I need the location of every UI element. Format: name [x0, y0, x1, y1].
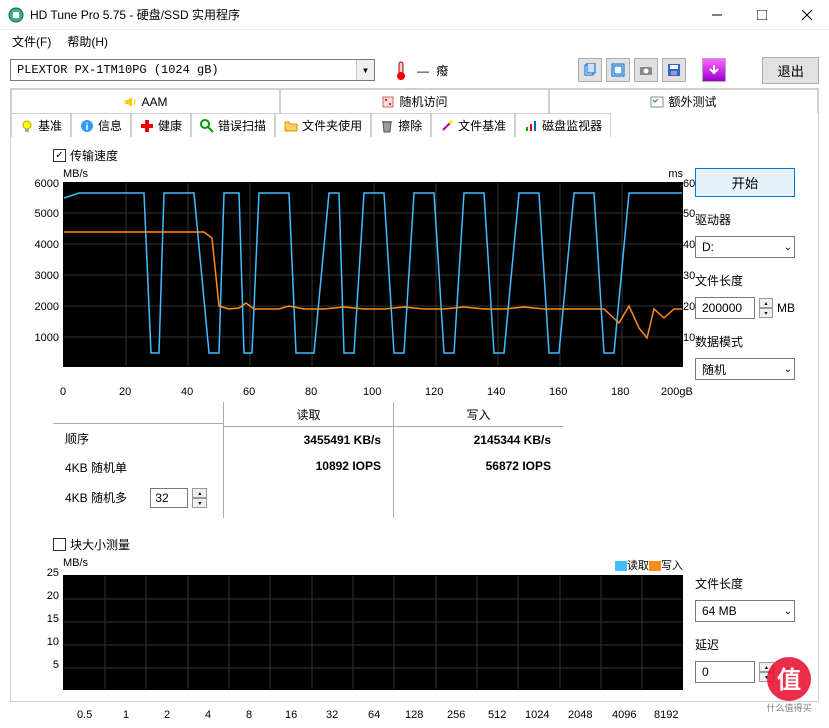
camera-button[interactable]	[634, 58, 658, 82]
folder-icon	[284, 119, 298, 133]
tab-benchmark[interactable]: 基准	[11, 113, 71, 137]
watermark: 值 什么值得买	[759, 655, 819, 718]
mode-label: 数据模式	[695, 333, 795, 350]
tab-folder-usage[interactable]: 文件夹使用	[275, 113, 371, 137]
filelen-label: 文件长度	[695, 272, 795, 289]
rand-multi-label: 4KB 随机多 32▴▾	[53, 482, 223, 514]
transfer-speed-checkbox[interactable]: ✓	[53, 149, 66, 162]
tab-extra-test[interactable]: 额外测试	[549, 89, 818, 113]
filelen-spinner[interactable]: ▴▾	[759, 298, 773, 318]
tab-error-scan[interactable]: 错误扫描	[191, 113, 275, 137]
results-table: 顺序 4KB 随机单 4KB 随机多 32▴▾ 读取 3455491 KB/s …	[53, 402, 806, 518]
tab-disk-monitor[interactable]: 磁盘监视器	[515, 113, 611, 137]
info-icon: i	[80, 119, 94, 133]
seq-write: 2145344 KB/s	[394, 427, 563, 453]
blocksize-checkbox[interactable]	[53, 538, 66, 551]
wand-icon	[440, 119, 454, 133]
minimize-button[interactable]	[694, 0, 739, 30]
save-button[interactable]	[662, 58, 686, 82]
y-axis-left-2: 252015105	[23, 571, 61, 686]
checklist-icon	[650, 95, 664, 109]
tab-aam[interactable]: AAM	[11, 89, 280, 113]
tab-file-benchmark[interactable]: 文件基准	[431, 113, 515, 137]
titlebar: HD Tune Pro 5.75 - 硬盘/SSD 实用程序	[0, 0, 829, 30]
tab-health[interactable]: 健康	[131, 113, 191, 137]
trash-icon	[380, 119, 394, 133]
load-button[interactable]	[702, 58, 726, 82]
seq-label: 顺序	[53, 424, 223, 453]
filelen-input[interactable]: 200000	[695, 297, 755, 319]
chart-icon	[524, 119, 538, 133]
maximize-button[interactable]	[739, 0, 784, 30]
chevron-down-icon: ▾	[356, 60, 374, 80]
start-button[interactable]: 开始	[695, 168, 795, 197]
rand1-write: 56872 IOPS	[394, 453, 563, 479]
qd-spinner[interactable]: ▴▾	[192, 488, 207, 508]
chevron-down-icon: ⌄	[784, 242, 792, 253]
chevron-down-icon: ⌄	[784, 606, 792, 617]
toolbar: PLEXTOR PX-1TM10PG (1024 gB) ▾ — 癈 退出	[0, 52, 829, 88]
y-axis-right: 605040302010	[683, 182, 699, 367]
dice-icon	[381, 95, 395, 109]
app-icon	[8, 7, 24, 23]
svg-text:什么值得买: 什么值得买	[766, 702, 811, 713]
close-button[interactable]	[784, 0, 829, 30]
blocksize-label: 块大小测量	[70, 536, 130, 553]
copy-button[interactable]	[578, 58, 602, 82]
magnifier-icon	[200, 119, 214, 133]
svg-text:i: i	[86, 122, 89, 133]
menu-file[interactable]: 文件(F)	[4, 31, 59, 52]
mode-select[interactable]: 随机⌄	[695, 358, 795, 380]
drive-select[interactable]: D:⌄	[695, 236, 795, 258]
write-header: 写入	[394, 406, 563, 427]
chevron-down-icon: ⌄	[784, 364, 792, 375]
legend: 读取写入	[615, 557, 683, 573]
screenshot-button[interactable]	[606, 58, 630, 82]
qd-input[interactable]: 32	[150, 488, 188, 508]
tab-info[interactable]: i信息	[71, 113, 131, 137]
seq-read: 3455491 KB/s	[224, 427, 393, 453]
delay-label: 延迟	[695, 636, 795, 653]
transfer-speed-label: 传输速度	[70, 147, 118, 164]
speaker-icon	[123, 95, 137, 109]
exit-button[interactable]: 退出	[762, 57, 819, 84]
window-title: HD Tune Pro 5.75 - 硬盘/SSD 实用程序	[30, 6, 694, 23]
menubar: 文件(F) 帮助(H)	[0, 30, 829, 52]
tab-area: AAM 随机访问 额外测试 基准 i信息 健康 错误扫描 文件夹使用 擦除 文件…	[10, 88, 819, 702]
delay-input[interactable]: 0	[695, 661, 755, 683]
temperature-label: — 癈	[417, 62, 450, 79]
rand1-read: 10892 IOPS	[224, 453, 393, 479]
svg-text:值: 值	[777, 666, 801, 694]
transfer-chart: MB/sms 020406080100120140160180200	[23, 168, 683, 380]
plus-icon	[140, 119, 154, 133]
rand-single-label: 4KB 随机单	[53, 453, 223, 482]
thermometer-icon	[391, 60, 411, 80]
drive-label: 驱动器	[695, 211, 795, 228]
blocksize-chart: MB/s 读取写入 0.5124816326412825651210242048…	[23, 557, 683, 693]
device-value: PLEXTOR PX-1TM10PG (1024 gB)	[17, 63, 219, 77]
content-pane: ✓ 传输速度 MB/sms	[11, 137, 818, 701]
menu-help[interactable]: 帮助(H)	[59, 31, 116, 52]
tab-random-access[interactable]: 随机访问	[280, 89, 549, 113]
read-header: 读取	[224, 406, 393, 427]
transfer-chart-svg	[63, 182, 683, 367]
y-axis-left: 600050004000300020001000	[23, 182, 61, 367]
device-select[interactable]: PLEXTOR PX-1TM10PG (1024 gB) ▾	[10, 59, 375, 81]
filelen2-label: 文件长度	[695, 575, 795, 592]
bulb-icon	[20, 119, 34, 133]
blocksize-chart-svg	[63, 575, 683, 690]
tab-erase[interactable]: 擦除	[371, 113, 431, 137]
filelen2-select[interactable]: 64 MB⌄	[695, 600, 795, 622]
side-panel-1: 开始 驱动器 D:⌄ 文件长度 200000 ▴▾ MB 数据模式 随机⌄	[695, 168, 795, 380]
